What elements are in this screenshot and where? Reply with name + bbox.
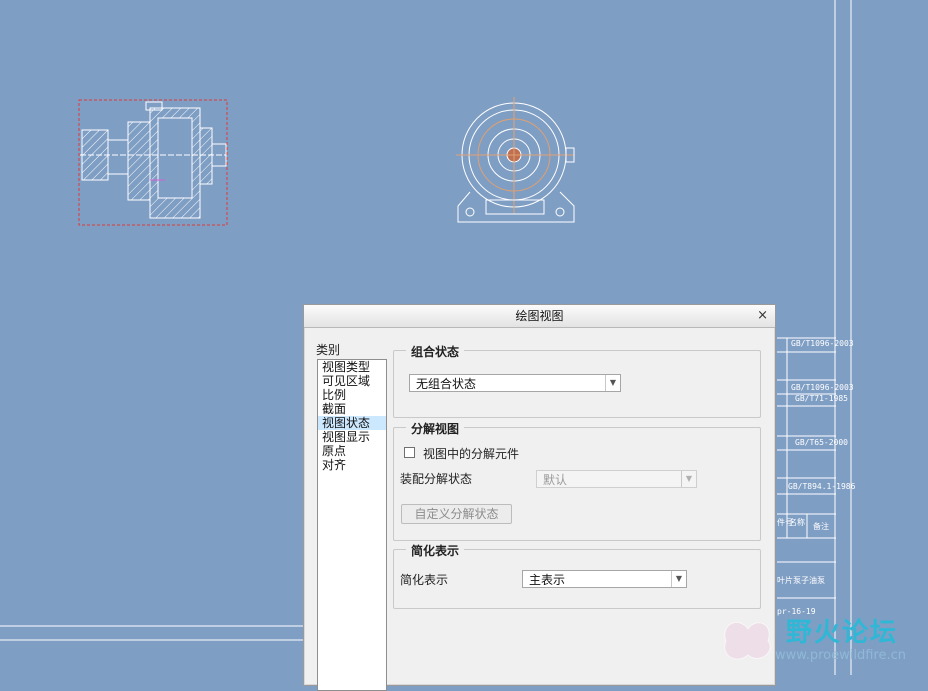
watermark-name: 野火论坛 [786,618,899,648]
simplified-rep-legend: 简化表示 [406,542,465,559]
watermark-url: www.proewildfire.cn [775,648,906,663]
simplified-rep-select[interactable]: 主表示 ▼ [522,570,687,588]
assembly-explode-state-label: 装配分解状态 [400,472,473,486]
combined-state-value: 无组合状态 [416,377,477,391]
category-label: 类别 [316,343,341,357]
bom-header-cell: 备注 [813,522,829,531]
category-alignment[interactable]: 对齐 [318,458,386,472]
drawing-view-dialog: 绘图视图 × 类别 视图类型 可见区域 比例 截面 视图状态 视图显示 原点 对… [303,304,776,691]
category-section[interactable]: 截面 [318,402,386,416]
explode-components-label: 视图中的分解元件 [423,447,520,461]
category-origin[interactable]: 原点 [318,444,386,458]
combined-state-select[interactable]: 无组合状态 ▼ [409,374,621,392]
close-icon[interactable]: × [757,305,768,327]
chevron-down-icon[interactable]: ▼ [605,375,620,391]
exploded-view-legend: 分解视图 [406,420,465,437]
chevron-down-icon[interactable]: ▼ [671,571,686,587]
exploded-view-group: 分解视图 视图中的分解元件 装配分解状态 默认 ▼ 自定义分解状态 [393,420,761,541]
category-scale[interactable]: 比例 [318,388,386,402]
category-visible-area[interactable]: 可见区域 [318,374,386,388]
assembly-explode-state-select[interactable]: 默认 ▼ [536,470,697,488]
combined-state-group: 组合状态 无组合状态 ▼ [393,343,761,418]
bom-row-standard: GB/T65-2000 [795,438,848,447]
category-view-type[interactable]: 视图类型 [318,360,386,374]
end-view[interactable] [456,97,575,223]
dialog-title: 绘图视图 [515,309,564,323]
bom-row-standard: GB/T894.1-1986 [788,482,856,491]
bom-row-standard: GB/T1096-2003 [791,339,854,348]
dialog-titlebar[interactable]: 绘图视图 × [304,305,775,328]
part-name: 叶片泵子油泵 [777,576,825,585]
chevron-down-icon[interactable]: ▼ [681,471,696,487]
bom-header-cell: 名称 [789,518,805,527]
explode-components-checkbox[interactable] [404,447,415,458]
title-block [777,337,836,599]
bom-row-standard: GB/T71-1985 [795,394,848,403]
custom-explode-state-button[interactable]: 自定义分解状态 [401,504,512,524]
category-list[interactable]: 视图类型 可见区域 比例 截面 视图状态 视图显示 原点 对齐 [317,359,387,691]
bom-row-standard: GB/T1096-2003 [791,383,854,392]
section-view[interactable] [78,99,228,226]
simplified-rep-value: 主表示 [529,573,566,587]
combined-state-legend: 组合状态 [406,343,465,360]
category-view-state[interactable]: 视图状态 [318,416,386,430]
simplified-rep-group: 简化表示 简化表示 主表示 ▼ [393,542,761,609]
watermark-logo [724,621,771,660]
simplified-rep-label: 简化表示 [400,573,449,587]
category-view-display[interactable]: 视图显示 [318,430,386,444]
assembly-explode-state-value: 默认 [543,473,568,487]
